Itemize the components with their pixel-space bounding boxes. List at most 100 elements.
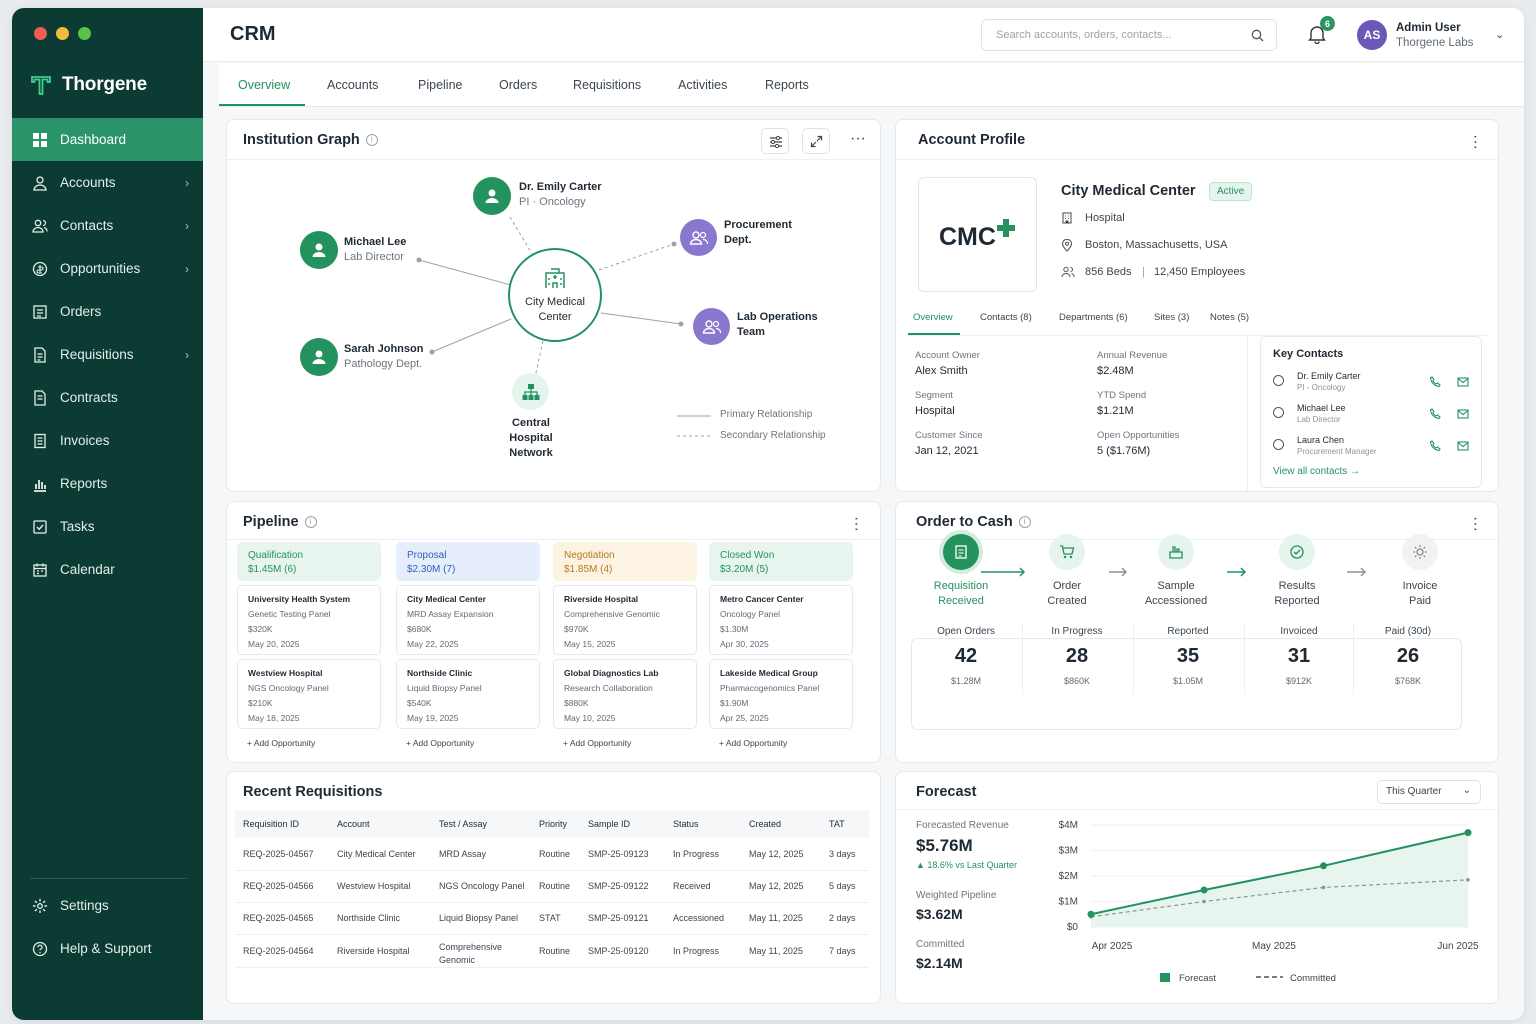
pipeline-stage-header[interactable]: Proposal $2.30M (7) bbox=[396, 542, 540, 581]
info-icon[interactable]: i bbox=[304, 516, 317, 528]
table-row[interactable]: REQ-2025-04566 Westview Hospital NGS Oncol… bbox=[235, 870, 869, 903]
more-options-icon[interactable]: ··· bbox=[1467, 516, 1484, 532]
sidebar-item-dashboard[interactable]: Dashboard bbox=[12, 118, 203, 161]
forecast-point[interactable] bbox=[1200, 886, 1208, 894]
sidebar-item-help[interactable]: Help & Support bbox=[12, 927, 203, 970]
pipeline-stage-header[interactable]: Qualification $1.45M (6) bbox=[237, 542, 381, 581]
sidebar-item-settings[interactable]: Settings bbox=[12, 884, 203, 927]
table-row[interactable]: REQ-2025-04567 City Medical Center MRD Ass… bbox=[235, 838, 869, 871]
column-header[interactable]: Created bbox=[741, 810, 821, 838]
column-header[interactable]: TAT bbox=[821, 810, 869, 838]
opportunity-card[interactable]: Metro Cancer Center Oncology Panel $1.30M A… bbox=[709, 585, 853, 655]
info-icon[interactable]: i bbox=[1018, 516, 1031, 528]
graph-node-emily-carter[interactable] bbox=[473, 177, 511, 215]
tab-reports[interactable]: Reports bbox=[765, 78, 809, 92]
tab-accounts[interactable]: Accounts bbox=[327, 78, 378, 92]
graph-node-procurement[interactable] bbox=[680, 219, 717, 256]
column-header[interactable]: Status bbox=[665, 810, 741, 838]
tab-requisitions[interactable]: Requisitions bbox=[573, 78, 641, 92]
opportunity-date: May 10, 2025 bbox=[564, 713, 616, 723]
tab-activities[interactable]: Activities bbox=[678, 78, 727, 92]
opportunity-card[interactable]: Lakeside Medical Group Pharmacogenomics P… bbox=[709, 659, 853, 729]
profile-tab-4[interactable]: Notes (5) bbox=[1210, 312, 1249, 323]
avatar[interactable]: AS bbox=[1357, 20, 1387, 50]
graph-center-node[interactable]: City Medical Center bbox=[508, 248, 602, 342]
sidebar-item-orders[interactable]: Orders bbox=[12, 290, 203, 333]
contact-name[interactable]: Michael Lee bbox=[1297, 403, 1346, 413]
graph-node-sarah-johnson[interactable] bbox=[300, 338, 338, 376]
maximize-window-button[interactable] bbox=[78, 27, 91, 40]
otc-step-4[interactable]: Invoice Paid bbox=[1370, 534, 1470, 609]
close-window-button[interactable] bbox=[34, 27, 47, 40]
order-metric[interactable]: Open Orders 42 $1.28M bbox=[911, 626, 1021, 686]
graph-node-lab-operations[interactable] bbox=[693, 308, 730, 345]
graph-node-central-hospital[interactable] bbox=[512, 373, 549, 410]
profile-tab-1[interactable]: Contacts (8) bbox=[980, 312, 1032, 323]
graph-node-michael-lee[interactable] bbox=[300, 231, 338, 269]
minimize-window-button[interactable] bbox=[56, 27, 69, 40]
phone-icon[interactable] bbox=[1429, 438, 1441, 456]
opportunity-card[interactable]: Riverside Hospital Comprehensive Genomic $… bbox=[553, 585, 697, 655]
profile-tab-0[interactable]: Overview bbox=[913, 312, 953, 323]
chevron-down-icon[interactable]: ⌄ bbox=[1495, 28, 1504, 41]
column-header[interactable]: Account bbox=[329, 810, 431, 838]
sidebar-item-invoices[interactable]: Invoices bbox=[12, 419, 203, 462]
email-icon[interactable] bbox=[1457, 406, 1469, 424]
add-opportunity-button[interactable]: + Add Opportunity bbox=[709, 738, 853, 748]
column-header[interactable]: Priority bbox=[531, 810, 580, 838]
table-row[interactable]: REQ-2025-04565 Northside Clinic Liquid Bio… bbox=[235, 902, 869, 935]
column-header[interactable]: Requisition ID bbox=[235, 810, 329, 838]
sidebar-item-opportunities[interactable]: Opportunities › bbox=[12, 247, 203, 290]
opportunity-card[interactable]: City Medical Center MRD Assay Expansion $6… bbox=[396, 585, 540, 655]
tab-overview[interactable]: Overview bbox=[238, 78, 290, 92]
otc-step-2[interactable]: Sample Accessioned bbox=[1126, 534, 1226, 609]
order-metric[interactable]: Invoiced 31 $912K bbox=[1244, 622, 1354, 694]
otc-step-3[interactable]: Results Reported bbox=[1247, 534, 1347, 609]
contact-name[interactable]: Laura Chen bbox=[1297, 435, 1344, 445]
email-icon[interactable] bbox=[1457, 374, 1469, 392]
add-opportunity-button[interactable]: + Add Opportunity bbox=[237, 738, 381, 748]
opportunity-card[interactable]: Global Diagnostics Lab Research Collabora… bbox=[553, 659, 697, 729]
search-input[interactable]: Search accounts, orders, contacts... bbox=[981, 19, 1277, 51]
forecast-point[interactable] bbox=[1087, 910, 1095, 918]
brand-logo[interactable]: Thorgene bbox=[30, 74, 147, 96]
table-row[interactable]: REQ-2025-04564 Riverside Hospital Comprehe… bbox=[235, 934, 869, 968]
order-metric[interactable]: Paid (30d) 26 $768K bbox=[1353, 622, 1463, 694]
building-icon bbox=[1062, 212, 1072, 224]
otc-step-1[interactable]: Order Created bbox=[1017, 534, 1117, 609]
tab-orders[interactable]: Orders bbox=[499, 78, 537, 92]
email-icon[interactable] bbox=[1457, 438, 1469, 456]
sidebar-item-contracts[interactable]: Contracts bbox=[12, 376, 203, 419]
column-header[interactable]: Test / Assay bbox=[431, 810, 531, 838]
column-header[interactable]: Sample ID bbox=[580, 810, 665, 838]
opportunity-card[interactable]: Westview Hospital NGS Oncology Panel $210K… bbox=[237, 659, 381, 729]
view-all-contacts-link[interactable]: View all contacts → bbox=[1273, 466, 1360, 477]
notifications-button[interactable]: 6 bbox=[1308, 16, 1335, 49]
pipeline-stage-header[interactable]: Closed Won $3.20M (5) bbox=[709, 542, 853, 581]
sidebar-item-calendar[interactable]: Calendar bbox=[12, 548, 203, 591]
stage-total: $1.45M (6) bbox=[248, 564, 297, 575]
opportunity-card[interactable]: Northside Clinic Liquid Biopsy Panel $540K… bbox=[396, 659, 540, 729]
order-metric[interactable]: Reported 35 $1.05M bbox=[1133, 622, 1243, 694]
more-options-icon[interactable]: ··· bbox=[848, 516, 865, 532]
contact-name[interactable]: Dr. Emily Carter bbox=[1297, 371, 1361, 381]
forecast-point[interactable] bbox=[1319, 862, 1327, 870]
sidebar-item-reports[interactable]: Reports bbox=[12, 462, 203, 505]
order-metric[interactable]: In Progress 28 $860K bbox=[1022, 622, 1132, 694]
profile-tab-2[interactable]: Departments (6) bbox=[1059, 312, 1128, 323]
phone-icon[interactable] bbox=[1429, 374, 1441, 392]
user-menu[interactable]: Admin User Thorgene Labs bbox=[1396, 21, 1473, 51]
profile-tab-3[interactable]: Sites (3) bbox=[1154, 312, 1189, 323]
opportunity-card[interactable]: University Health System Genetic Testing … bbox=[237, 585, 381, 655]
tab-pipeline[interactable]: Pipeline bbox=[418, 78, 462, 92]
forecast-point[interactable] bbox=[1464, 829, 1472, 837]
more-options-icon[interactable]: ··· bbox=[1467, 134, 1484, 150]
add-opportunity-button[interactable]: + Add Opportunity bbox=[553, 738, 697, 748]
sidebar-item-requisitions[interactable]: Requisitions › bbox=[12, 333, 203, 376]
pipeline-stage-header[interactable]: Negotiation $1.85M (4) bbox=[553, 542, 697, 581]
sidebar-item-tasks[interactable]: Tasks bbox=[12, 505, 203, 548]
add-opportunity-button[interactable]: + Add Opportunity bbox=[396, 738, 540, 748]
sidebar-item-contacts[interactable]: Contacts › bbox=[12, 204, 203, 247]
sidebar-item-accounts[interactable]: Accounts › bbox=[12, 161, 203, 204]
phone-icon[interactable] bbox=[1429, 406, 1441, 424]
